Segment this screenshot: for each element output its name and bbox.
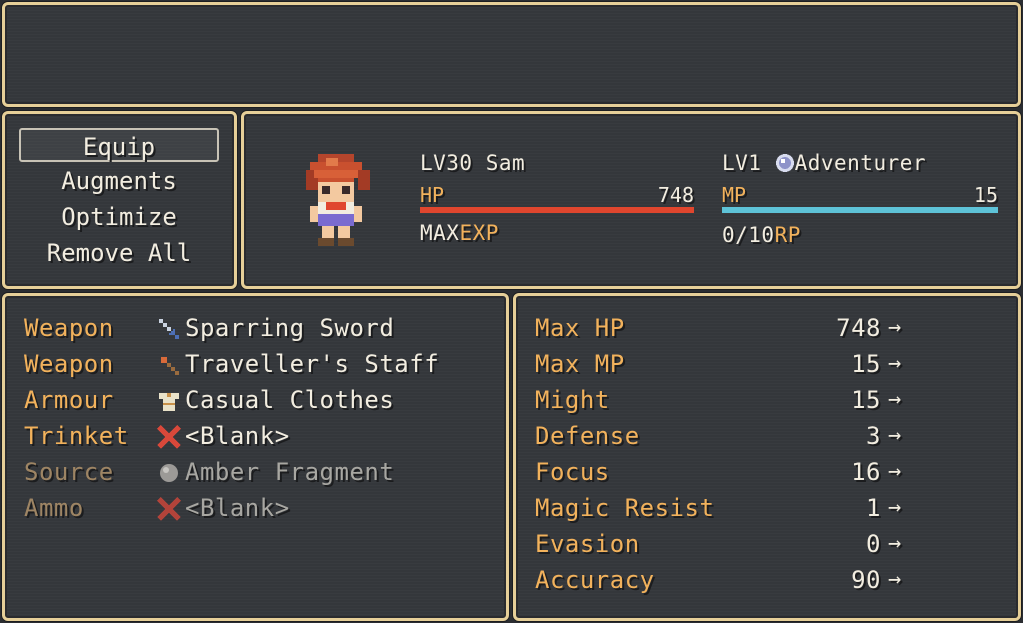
arrow-icon: → <box>888 315 902 340</box>
slot-type-armour[interactable]: Armour <box>24 382 114 418</box>
adventurer-gem-icon <box>775 154 794 172</box>
slot-item-casual-clothes[interactable]: Casual Clothes <box>185 382 394 418</box>
param-value: 15 <box>851 386 881 414</box>
command-window: Equip Augments Optimize Remove All <box>2 111 237 289</box>
exp-label: EXP <box>459 221 499 245</box>
command-augments[interactable]: Augments <box>19 164 219 198</box>
exp-max-value: MAX <box>420 221 460 245</box>
actor-sprite <box>306 154 370 246</box>
slot-item-amber-fragment: Amber Fragment <box>185 458 395 486</box>
class-level: LV1 <box>722 151 762 175</box>
slot-type-source: Source <box>24 458 114 486</box>
staff-icon <box>161 357 179 375</box>
slot-type-weapon-2[interactable]: Weapon <box>24 346 114 382</box>
mp-gauge-fill <box>722 207 998 213</box>
slot-item-travellers-staff[interactable]: Traveller's Staff <box>185 346 439 382</box>
hp-label: HP <box>420 183 445 207</box>
param-value: 90 <box>851 566 881 594</box>
arrow-icon: → <box>888 387 902 412</box>
mp-value: 15 <box>973 183 998 207</box>
arrow-icon: → <box>888 351 902 376</box>
command-equip[interactable]: Equip <box>19 128 219 162</box>
help-window <box>2 2 1021 107</box>
jp-label: RP <box>774 223 801 247</box>
param-name: Max MP <box>535 350 625 378</box>
param-value: 3 <box>866 422 881 450</box>
sword-icon <box>159 319 179 339</box>
mp-gauge <box>722 207 998 213</box>
arrow-icon: → <box>888 423 902 448</box>
param-name: Might <box>535 386 610 414</box>
blank-x-icon <box>157 497 181 521</box>
jp-value: 0/10 <box>722 223 775 247</box>
param-name: Evasion <box>535 530 640 558</box>
hp-gauge <box>420 207 694 213</box>
slot-item-blank-trinket[interactable]: <Blank> <box>185 418 290 454</box>
param-value: 1 <box>866 494 881 522</box>
param-value: 15 <box>851 350 881 378</box>
jp-row: 0/10RP <box>722 220 801 250</box>
blank-x-icon <box>157 425 181 449</box>
param-name: Max HP <box>535 314 625 342</box>
class-name: Adventurer <box>794 151 927 175</box>
param-name: Magic Resist <box>535 494 715 522</box>
command-optimize[interactable]: Optimize <box>19 200 219 234</box>
arrow-icon: → <box>888 531 902 556</box>
command-remove-all[interactable]: Remove All <box>19 236 219 270</box>
param-value: 748 <box>836 314 881 342</box>
clothes-icon <box>159 393 179 411</box>
param-name: Defense <box>535 422 640 450</box>
class-row: LV1 Adventurer <box>722 148 926 178</box>
actor-level-name: LV30 Sam <box>420 151 526 175</box>
param-value: 16 <box>851 458 881 486</box>
status-window: LV30 Sam HP 748 MAXEXP LV1 Adventurer MP… <box>241 111 1021 289</box>
hp-gauge-fill <box>420 207 694 213</box>
equip-slot-window: Weapon Sparring Sword Weapon Traveller's… <box>2 293 509 621</box>
arrow-icon: → <box>888 459 902 484</box>
mp-label: MP <box>722 183 747 207</box>
slot-item-sparring-sword[interactable]: Sparring Sword <box>185 310 394 346</box>
slot-type-weapon[interactable]: Weapon <box>24 310 114 346</box>
slot-item-blank-ammo: <Blank> <box>185 494 290 522</box>
orb-icon <box>160 464 178 482</box>
arrow-icon: → <box>888 567 902 592</box>
hp-value: 748 <box>657 183 694 207</box>
arrow-icon: → <box>888 495 902 520</box>
param-value: 0 <box>866 530 881 558</box>
param-name: Accuracy <box>535 566 655 594</box>
slot-type-trinket[interactable]: Trinket <box>24 418 129 454</box>
slot-type-ammo: Ammo <box>24 494 84 522</box>
param-name: Focus <box>535 458 610 486</box>
parameter-window: Max HP 748 → Max MP 15 → Might 15 → Defe… <box>513 293 1021 621</box>
exp-row: MAXEXP <box>420 218 499 248</box>
